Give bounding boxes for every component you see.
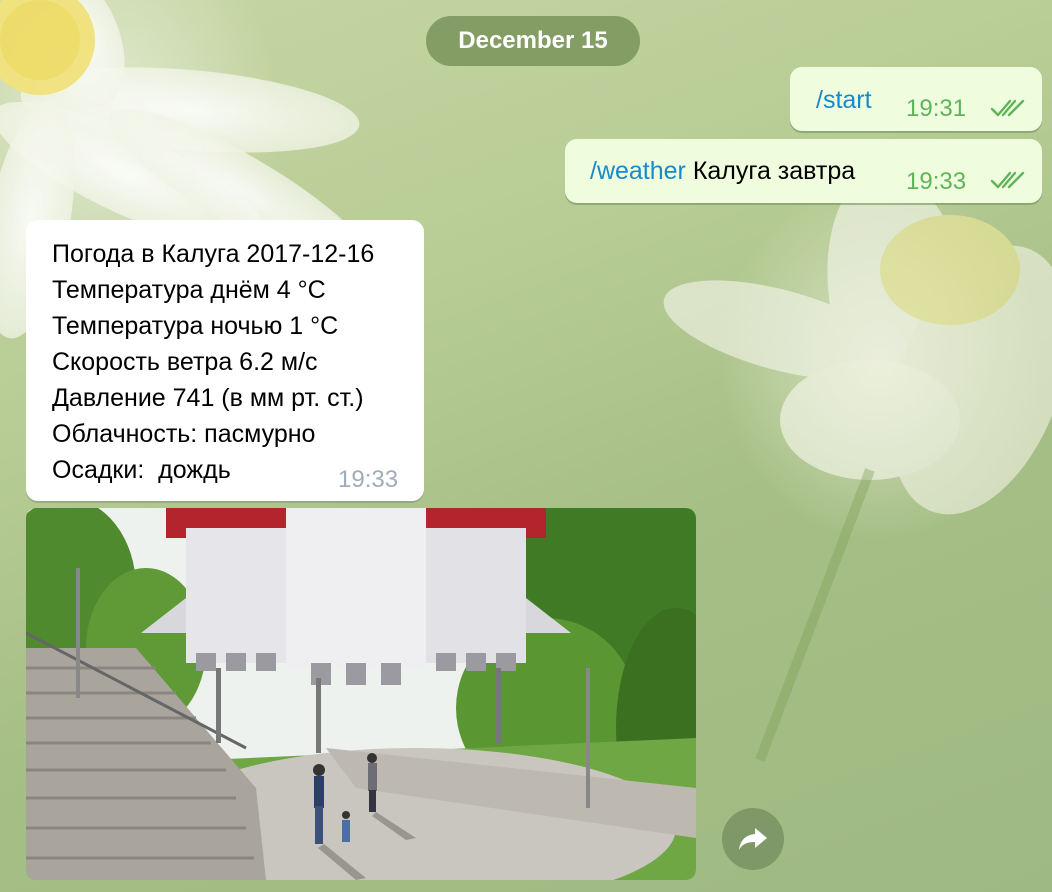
photo-message[interactable] <box>26 508 696 880</box>
report-line-cloudiness: Облачность: пасмурно <box>52 420 316 448</box>
message-text: /start <box>816 86 872 115</box>
date-separator: December 15 <box>426 16 640 66</box>
incoming-weather-report[interactable]: Погода в Калуга 2017-12-16 Температура д… <box>26 220 424 501</box>
share-button[interactable] <box>722 808 784 870</box>
double-check-icon <box>990 171 1025 189</box>
report-line-precipitation: Осадки: дождь <box>52 456 231 484</box>
report-line-title: Погода в Калуга 2017-12-16 <box>52 240 375 268</box>
report-line-night-temp: Температура ночью 1 °C <box>52 312 339 340</box>
report-line-pressure: Давление 741 (в мм рт. ст.) <box>52 384 364 412</box>
double-check-icon <box>990 99 1025 117</box>
outgoing-message-weather[interactable]: /weather Калуга завтра 19:33 <box>565 139 1042 203</box>
message-time: 19:33 <box>906 168 967 195</box>
outgoing-message-start[interactable]: /start 19:31 <box>790 67 1042 131</box>
report-line-wind: Скорость ветра 6.2 м/с <box>52 348 318 376</box>
bot-command-link[interactable]: /weather <box>590 157 686 185</box>
report-line-day-temp: Температура днём 4 °C <box>52 276 326 304</box>
rocket-monument-photo <box>26 508 696 880</box>
bot-command-link[interactable]: /start <box>816 86 872 114</box>
message-argument: Калуга завтра <box>685 157 856 185</box>
message-text: /weather Калуга завтра <box>590 157 855 186</box>
weather-report-text: Погода в Калуга 2017-12-16 Температура д… <box>52 236 374 488</box>
share-arrow-icon <box>739 828 767 850</box>
message-time: 19:33 <box>338 466 399 493</box>
message-time: 19:31 <box>906 95 967 122</box>
date-label: December 15 <box>458 27 608 54</box>
